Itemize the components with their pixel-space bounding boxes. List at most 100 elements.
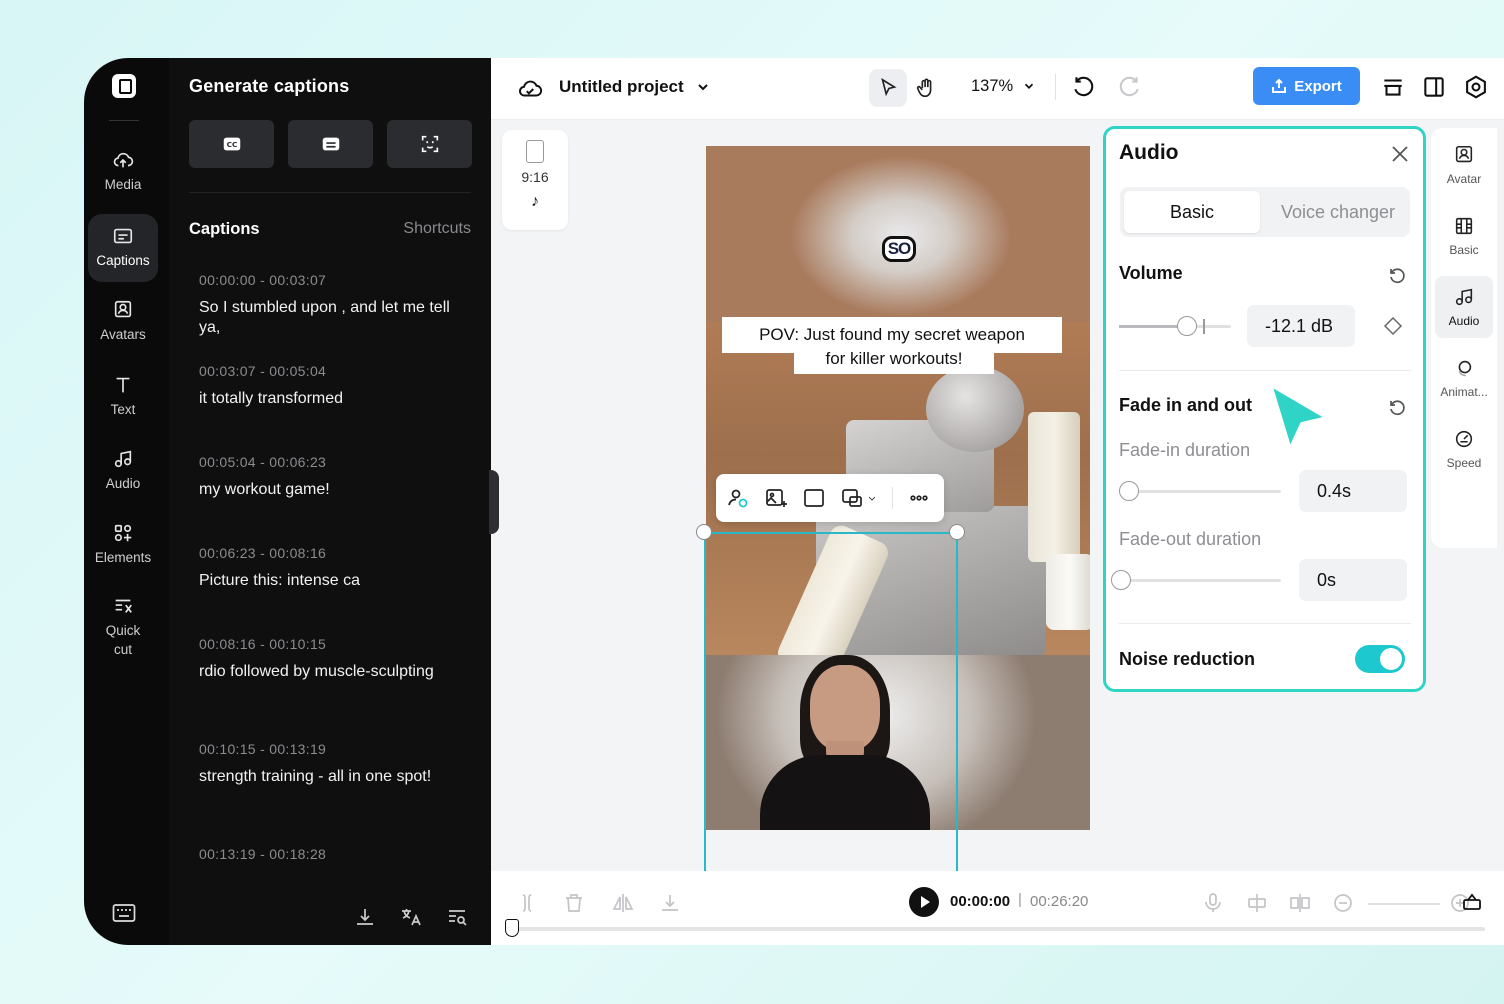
zoom-level[interactable]: 137% (971, 77, 1013, 96)
rail-divider (109, 120, 139, 121)
shortcuts-link[interactable]: Shortcuts (403, 220, 471, 238)
rail-tab-animation[interactable]: Animat... (1435, 347, 1493, 409)
rail-item-captions[interactable]: Captions (88, 214, 158, 282)
volume-default-tick (1203, 319, 1205, 334)
zoom-out-icon[interactable] (1331, 891, 1355, 915)
app-logo-icon[interactable] (112, 74, 136, 98)
tab-voice-changer[interactable]: Voice changer (1270, 191, 1406, 233)
caption-item[interactable]: 00:06:23 - 00:08:16 Picture this: intens… (199, 545, 469, 636)
split-view-icon[interactable] (1421, 74, 1447, 100)
mirror-icon[interactable] (611, 891, 635, 915)
selection-frame[interactable] (704, 532, 958, 872)
avatar-replace-icon[interactable] (726, 486, 750, 510)
chevron-down-icon[interactable] (1022, 79, 1036, 93)
rail-item-media[interactable]: Media (88, 138, 158, 206)
divider (1119, 370, 1411, 371)
cloud-sync-icon[interactable] (517, 76, 543, 102)
panel-collapse-handle[interactable] (489, 470, 499, 534)
expand-timeline-icon[interactable] (1460, 889, 1484, 913)
resize-handle[interactable] (949, 524, 965, 540)
fade-in-slider[interactable] (1119, 481, 1281, 501)
caption-item[interactable]: 00:05:04 - 00:06:23 my workout game! (199, 454, 469, 545)
rail-tab-basic[interactable]: Basic (1435, 205, 1493, 267)
caption-item[interactable]: 00:00:00 - 00:03:07 So I stumbled upon ,… (199, 272, 469, 363)
keyframe-diamond-icon[interactable] (1383, 316, 1403, 336)
caption-item[interactable]: 00:10:15 - 00:13:19 strength training - … (199, 741, 469, 846)
play-button[interactable] (909, 887, 939, 917)
avatar-icon (114, 301, 132, 318)
fade-out-knob[interactable] (1111, 570, 1131, 590)
audio-panel-title: Audio (1119, 141, 1179, 164)
cc-button[interactable]: CC (189, 120, 274, 168)
captions-panel: Generate captions CC Captions Shortcuts … (169, 58, 491, 945)
more-options-icon[interactable] (907, 486, 931, 510)
rail-tab-speed[interactable]: Speed (1435, 418, 1493, 480)
cloud-upload-icon (113, 153, 134, 168)
keyboard-icon[interactable] (112, 903, 136, 923)
volume-value[interactable]: -12.1 dB (1247, 305, 1355, 347)
mouse-pointer-icon (1268, 382, 1330, 452)
chevron-down-icon[interactable] (695, 79, 711, 95)
undo-icon[interactable] (1071, 74, 1097, 100)
close-icon[interactable] (1389, 143, 1411, 165)
rail-tab-audio[interactable]: Audio (1435, 276, 1493, 338)
rail-item-elements[interactable]: Elements (88, 511, 158, 579)
caption-item[interactable]: 00:08:16 - 00:10:15 rdio followed by mus… (199, 636, 469, 741)
export-button[interactable]: Export (1253, 67, 1360, 105)
search-list-icon[interactable] (445, 905, 469, 929)
text-icon (116, 378, 130, 393)
reset-volume-icon[interactable] (1387, 265, 1407, 285)
rail-item-quick-cut[interactable]: Quick cut (88, 588, 158, 666)
fade-out-slider[interactable] (1111, 570, 1281, 590)
microphone-icon[interactable] (1201, 891, 1225, 915)
caption-item[interactable]: 00:03:07 - 00:05:04 it totally transform… (199, 363, 469, 454)
layers-icon[interactable] (1380, 74, 1406, 100)
aspect-ratio-card[interactable]: 9:16 ♪ (502, 130, 568, 230)
cursor-arrow-icon (881, 77, 897, 97)
resize-handle[interactable] (696, 524, 712, 540)
chevron-down-icon[interactable] (866, 486, 878, 510)
split-screen-icon[interactable] (1288, 891, 1312, 915)
fade-out-value[interactable]: 0s (1299, 559, 1407, 601)
rail-item-text[interactable]: Text (88, 363, 158, 431)
rail-item-avatars[interactable]: Avatars (88, 288, 158, 356)
crop-frame-icon[interactable] (802, 486, 826, 510)
face-scan-icon (421, 135, 438, 153)
app-window: Media Captions Avatars Text Audio Elemen… (84, 58, 1504, 945)
translate-icon[interactable] (399, 905, 423, 929)
rail-tab-avatar[interactable]: Avatar (1435, 134, 1493, 196)
split-clip-icon[interactable] (515, 891, 539, 915)
phone-frame-icon (526, 140, 544, 163)
playhead[interactable] (505, 919, 519, 937)
caption-item[interactable]: 00:13:19 - 00:18:28 (199, 846, 469, 872)
noise-reduction-toggle[interactable] (1355, 645, 1405, 673)
select-tool-button[interactable] (869, 69, 907, 107)
tab-basic[interactable]: Basic (1124, 191, 1260, 233)
fade-in-value[interactable]: 0.4s (1299, 470, 1407, 512)
snap-icon[interactable] (1245, 891, 1269, 915)
delete-icon[interactable] (562, 891, 586, 915)
project-name[interactable]: Untitled project (559, 77, 684, 97)
fade-in-knob[interactable] (1119, 481, 1139, 501)
rail-item-audio[interactable]: Audio (88, 437, 158, 505)
image-add-icon[interactable] (764, 486, 788, 510)
reset-fade-icon[interactable] (1387, 397, 1407, 417)
fade-in-label: Fade-in duration (1119, 440, 1251, 460)
settings-icon[interactable] (1463, 74, 1489, 100)
volume-slider[interactable] (1119, 316, 1231, 336)
auto-detect-button[interactable] (387, 120, 472, 168)
volume-slider-knob[interactable] (1177, 316, 1197, 336)
subtitle-button[interactable] (288, 120, 373, 168)
download-icon[interactable] (353, 905, 377, 929)
timeline-zoom-slider[interactable] (1368, 903, 1440, 905)
hand-tool-button[interactable] (907, 69, 945, 107)
captions-footer (353, 905, 469, 929)
redo-icon[interactable] (1116, 74, 1142, 100)
replace-media-icon[interactable] (840, 486, 864, 510)
hand-icon (916, 78, 932, 98)
captions-icon (113, 229, 133, 244)
music-note-icon (1455, 288, 1473, 306)
download-icon[interactable] (658, 891, 682, 915)
video-caption-line-2[interactable]: for killer workouts! (794, 346, 994, 374)
timeline-scrubber[interactable] (513, 927, 1485, 931)
